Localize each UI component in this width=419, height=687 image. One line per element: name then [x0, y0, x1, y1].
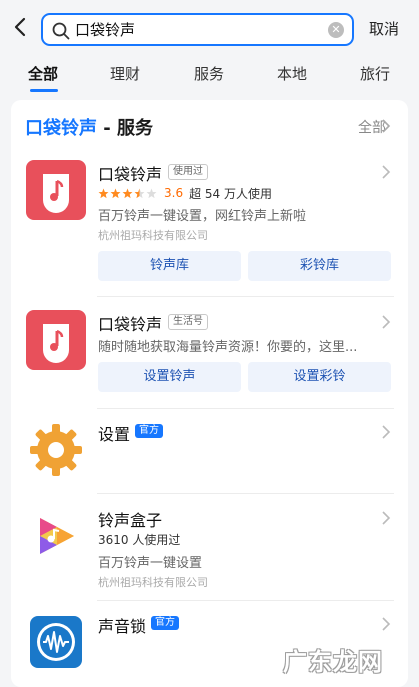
chevron-right-icon: [381, 510, 391, 526]
star-rating: [98, 188, 158, 199]
app-icon: [26, 160, 86, 220]
result-item-settings[interactable]: 设置 官方: [11, 420, 408, 484]
tab-finance[interactable]: 理财: [110, 63, 140, 84]
result-name: 口袋铃声: [98, 315, 163, 334]
results-card: 口袋铃声 - 服务 全部 口袋铃声 使用过 3.6 超 54 万人使用 百万铃声…: [11, 100, 408, 687]
official-tag: 官方: [151, 616, 179, 630]
app-icon: [26, 612, 86, 672]
search-query[interactable]: 口袋铃声: [75, 20, 135, 40]
section-title: 口袋铃声 - 服务: [25, 118, 154, 139]
set-color-ring-button[interactable]: 设置彩铃: [248, 362, 391, 392]
chevron-left-icon: [14, 17, 26, 37]
divider: [97, 493, 394, 494]
star-empty-icon: [146, 188, 157, 198]
play-music-icon: [40, 518, 74, 554]
result-description: 百万铃声一键设置，网红铃声上新啦: [98, 209, 307, 224]
back-button[interactable]: [10, 16, 32, 38]
search-icon: [51, 21, 71, 41]
cancel-button[interactable]: 取消: [369, 18, 399, 39]
result-name: 声音锁: [98, 617, 147, 636]
company-name: 杭州祖玛科技有限公司: [98, 229, 208, 242]
divider: [97, 296, 394, 297]
result-name: 口袋铃声: [98, 165, 163, 184]
tab-travel[interactable]: 旅行: [360, 63, 390, 84]
chevron-right-icon: [381, 616, 391, 632]
music-note-icon: [43, 324, 69, 363]
result-description: 百万铃声一键设置: [98, 556, 203, 571]
chevron-right-icon: [381, 164, 391, 180]
clear-icon[interactable]: ✕: [328, 22, 344, 38]
category-tabs: 全部 理财 服务 本地 旅行: [0, 54, 419, 96]
gear-icon: [30, 424, 82, 476]
company-name: 杭州祖玛科技有限公司: [98, 576, 208, 589]
divider: [97, 600, 394, 601]
result-name: 设置: [98, 425, 131, 444]
set-ringtone-button[interactable]: 设置铃声: [98, 362, 241, 392]
rating-score: 3.6: [164, 186, 184, 200]
sound-wave-icon: [30, 616, 82, 668]
watermark: 广东龙网: [283, 648, 383, 676]
app-icon: [26, 310, 86, 370]
chevron-right-icon: [381, 314, 391, 330]
top-bar: 口袋铃声 ✕ 取消: [0, 0, 419, 54]
chevron-right-icon: [381, 118, 391, 134]
official-tag: 官方: [135, 424, 163, 438]
star-icon: [122, 188, 133, 198]
music-note-icon: [43, 174, 69, 213]
color-ring-library-button[interactable]: 彩铃库: [248, 251, 391, 281]
result-item-koudai-life[interactable]: 口袋铃声 生活号 随时随地获取海量铃声资源！你要的，这里... 设置铃声 设置彩…: [11, 310, 408, 400]
user-count: 3610 人使用过: [98, 533, 181, 547]
result-name: 铃声盒子: [98, 511, 163, 530]
star-half-icon: [134, 188, 145, 198]
result-item-koudai-app[interactable]: 口袋铃声 使用过 3.6 超 54 万人使用 百万铃声一键设置，网红铃声上新啦 …: [11, 160, 408, 295]
tab-services[interactable]: 服务: [194, 63, 224, 84]
active-tab-indicator: [30, 89, 58, 92]
result-description: 随时随地获取海量铃声资源！你要的，这里...: [98, 340, 358, 355]
life-account-tag: 生活号: [168, 314, 208, 330]
app-icon: [26, 506, 86, 566]
ringtone-library-button[interactable]: 铃声库: [98, 251, 241, 281]
chevron-right-icon: [381, 424, 391, 440]
star-icon: [110, 188, 121, 198]
user-count: 超 54 万人使用: [189, 186, 272, 201]
tab-local[interactable]: 本地: [277, 63, 307, 84]
divider: [97, 408, 394, 409]
result-item-ringtone-box[interactable]: 铃声盒子 3610 人使用过 百万铃声一键设置 杭州祖玛科技有限公司: [11, 506, 408, 596]
rating-row: 3.6 超 54 万人使用: [98, 185, 272, 201]
star-icon: [98, 188, 109, 198]
search-input[interactable]: 口袋铃声 ✕: [41, 13, 354, 46]
used-tag: 使用过: [168, 164, 208, 180]
app-icon: [26, 420, 86, 480]
tab-all[interactable]: 全部: [28, 63, 58, 84]
